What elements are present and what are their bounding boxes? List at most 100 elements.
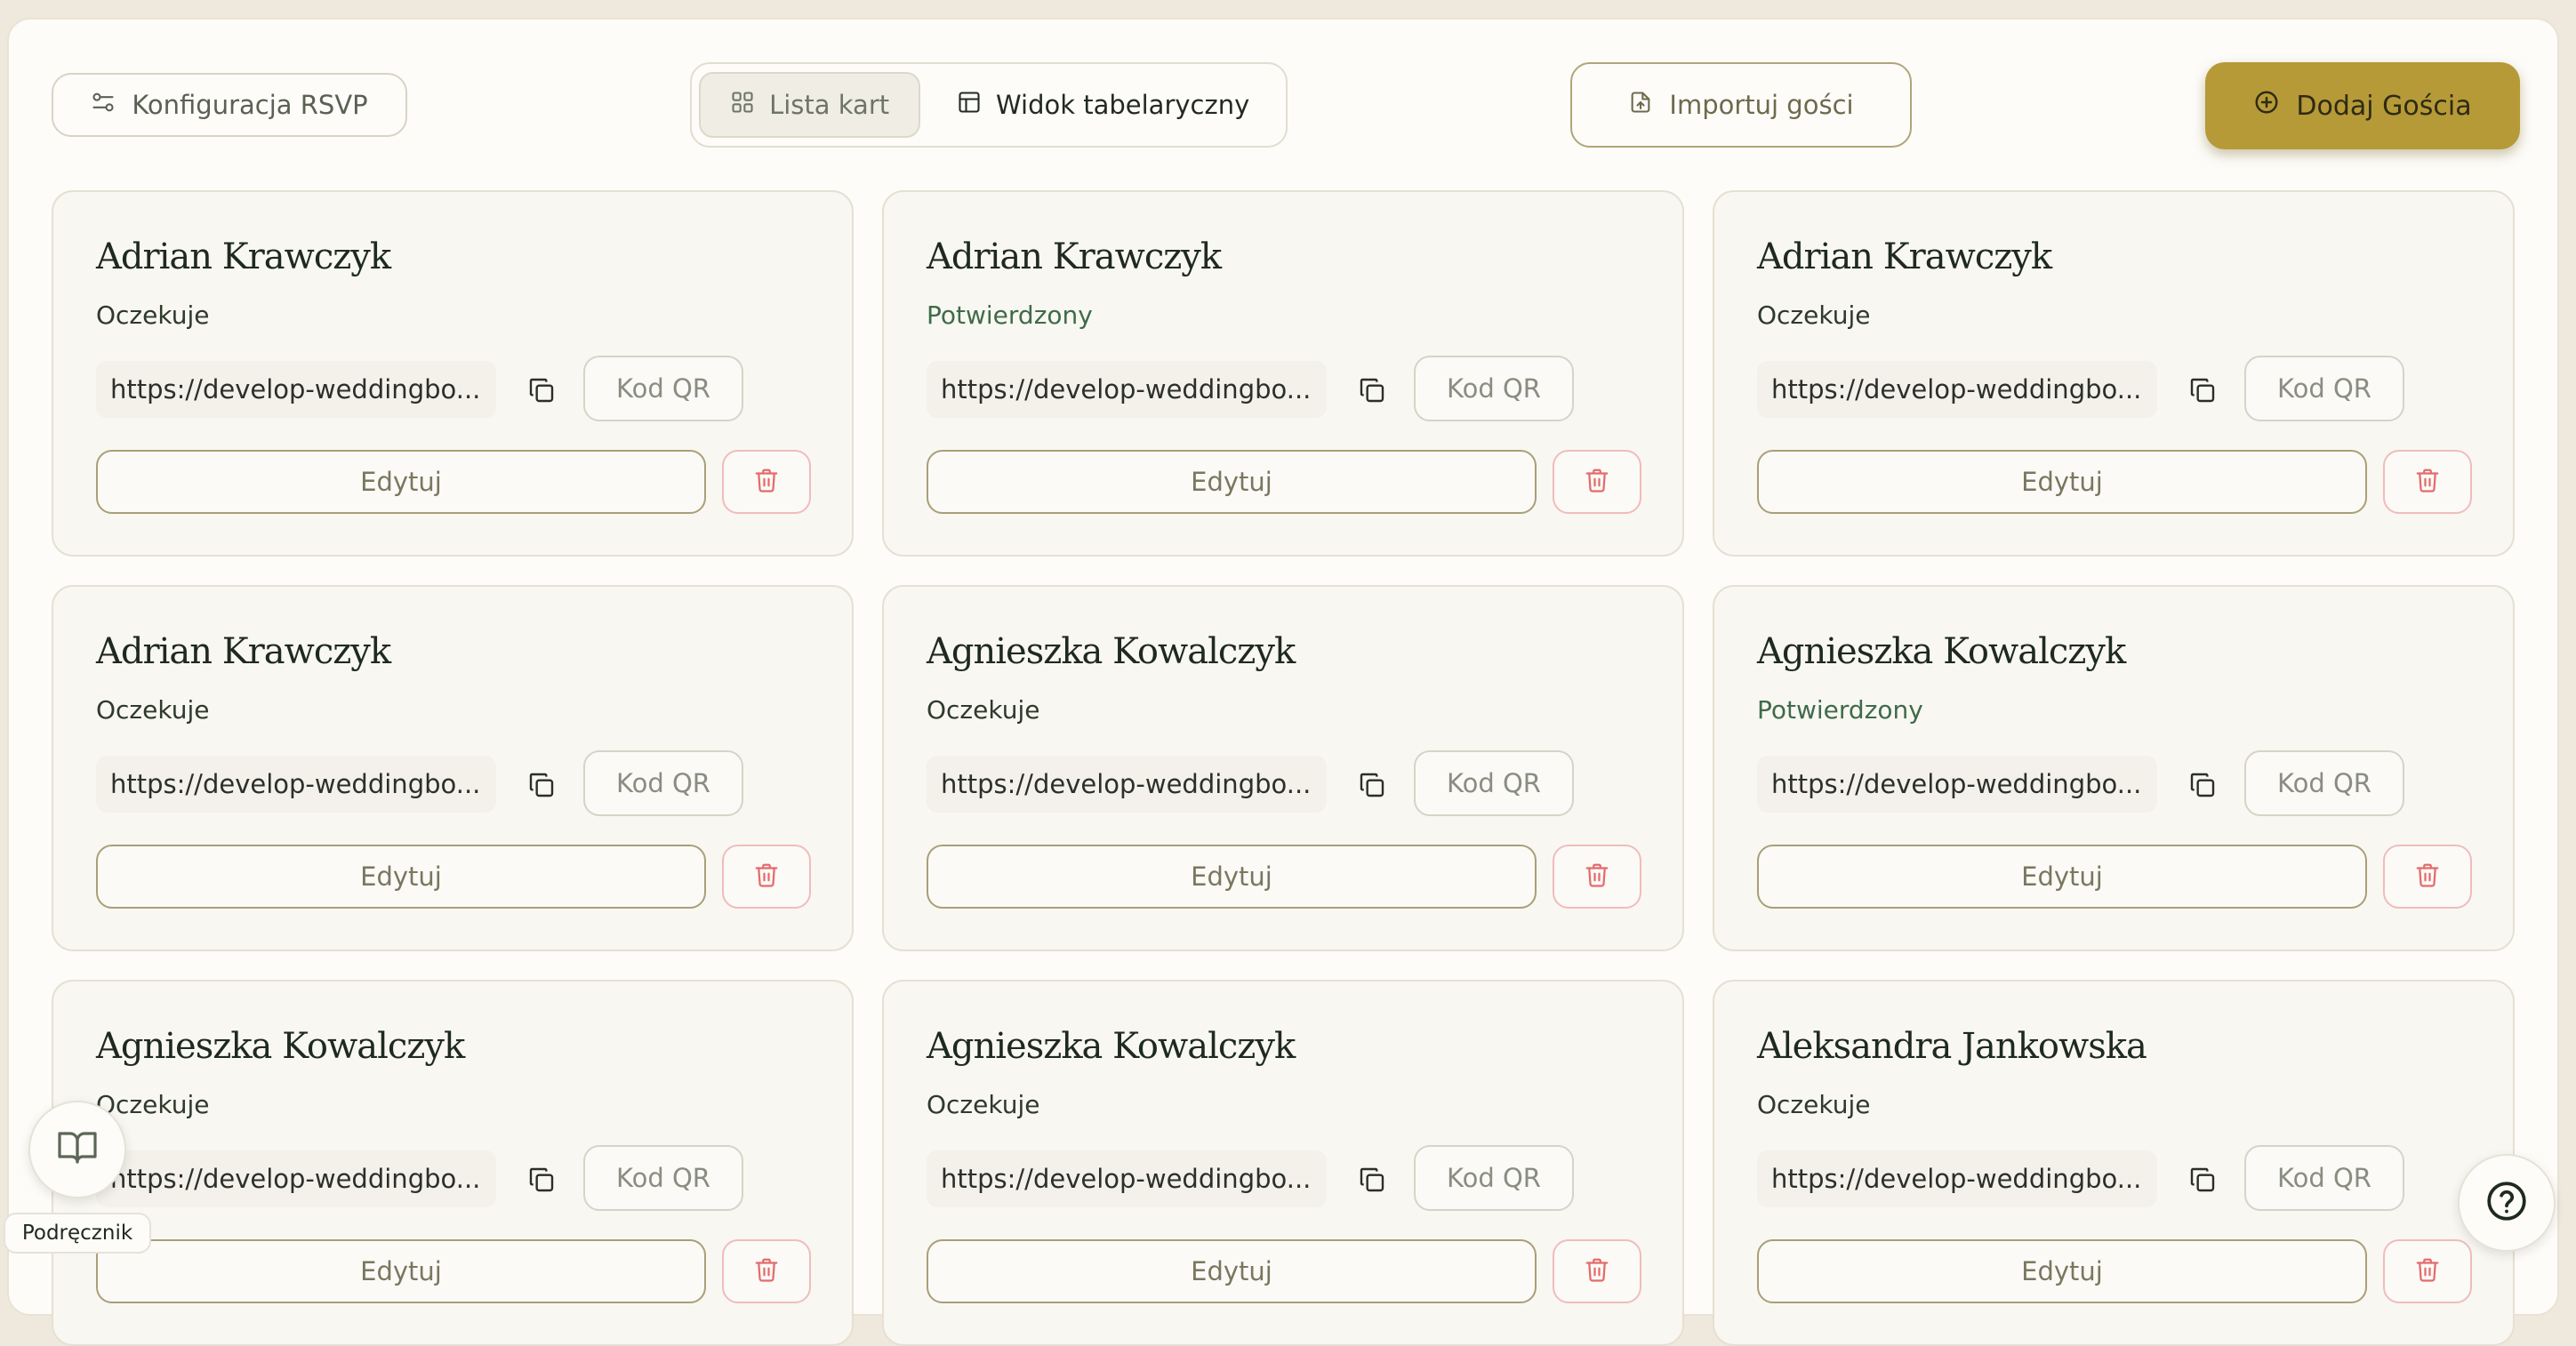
view-table-button[interactable]: Widok tabelaryczny: [927, 72, 1279, 138]
manual-label: Podręcznik: [4, 1213, 151, 1254]
edit-button[interactable]: Edytuj: [1757, 450, 2367, 514]
guest-status: Oczekuje: [927, 695, 1040, 725]
delete-button[interactable]: [1553, 845, 1641, 909]
invite-link[interactable]: https://develop-weddingbo...: [927, 361, 1327, 418]
guest-panel: Konfiguracja RSVP Lista kart Widok tabel…: [7, 18, 2559, 1346]
copy-icon[interactable]: [521, 765, 562, 805]
trash-icon: [1584, 1256, 1610, 1286]
copy-icon[interactable]: [2182, 1159, 2223, 1200]
qr-code-button[interactable]: Kod QR: [1414, 750, 1574, 816]
guest-name: Adrian Krawczyk: [96, 236, 391, 277]
guest-card: Agnieszka Kowalczyk Oczekuje https://dev…: [882, 585, 1684, 951]
guest-name: Agnieszka Kowalczyk: [1757, 631, 2126, 672]
trash-icon: [753, 467, 780, 497]
trash-icon: [753, 861, 780, 892]
sliders-icon: [91, 90, 116, 121]
invite-link[interactable]: https://develop-weddingbo...: [927, 1150, 1327, 1207]
manual-button[interactable]: [28, 1101, 126, 1198]
view-table-label: Widok tabelaryczny: [995, 90, 1250, 120]
guest-card: Adrian Krawczyk Potwierdzony https://dev…: [882, 190, 1684, 557]
guest-status: Oczekuje: [96, 695, 210, 725]
copy-icon[interactable]: [521, 370, 562, 411]
guest-status: Oczekuje: [1757, 300, 1871, 330]
guest-name: Agnieszka Kowalczyk: [96, 1026, 465, 1067]
guest-card: Adrian Krawczyk Oczekuje https://develop…: [52, 190, 854, 557]
file-import-icon: [1628, 90, 1653, 121]
import-guests-button[interactable]: Importuj gości: [1570, 62, 1912, 148]
guest-card: Agnieszka Kowalczyk Oczekuje https://dev…: [52, 980, 854, 1346]
guest-card: Agnieszka Kowalczyk Oczekuje https://dev…: [882, 980, 1684, 1346]
guest-name: Adrian Krawczyk: [927, 236, 1222, 277]
add-guest-label: Dodaj Gościa: [2296, 90, 2472, 122]
guest-name: Adrian Krawczyk: [1757, 236, 2052, 277]
edit-button[interactable]: Edytuj: [96, 1239, 706, 1303]
add-guest-button[interactable]: Dodaj Gościa: [2205, 62, 2520, 149]
edit-button[interactable]: Edytuj: [927, 845, 1537, 909]
help-icon: [2484, 1179, 2529, 1227]
trash-icon: [753, 1256, 780, 1286]
delete-button[interactable]: [2383, 1239, 2472, 1303]
delete-button[interactable]: [1553, 450, 1641, 514]
copy-icon[interactable]: [2182, 765, 2223, 805]
rsvp-config-label: Konfiguracja RSVP: [132, 90, 368, 120]
guest-status: Potwierdzony: [927, 300, 1093, 330]
edit-button[interactable]: Edytuj: [96, 450, 706, 514]
import-guests-label: Importuj gości: [1669, 90, 1854, 120]
qr-code-button[interactable]: Kod QR: [2244, 1145, 2404, 1211]
guest-name: Aleksandra Jankowska: [1757, 1026, 2147, 1067]
edit-button[interactable]: Edytuj: [96, 845, 706, 909]
guest-name: Agnieszka Kowalczyk: [927, 631, 1296, 672]
invite-link[interactable]: https://develop-weddingbo...: [927, 756, 1327, 813]
trash-icon: [2414, 861, 2441, 892]
delete-button[interactable]: [2383, 450, 2472, 514]
guest-status: Oczekuje: [96, 300, 210, 330]
delete-button[interactable]: [1553, 1239, 1641, 1303]
edit-button[interactable]: Edytuj: [927, 1239, 1537, 1303]
copy-icon[interactable]: [521, 1159, 562, 1200]
guest-name: Agnieszka Kowalczyk: [927, 1026, 1296, 1067]
guest-status: Oczekuje: [927, 1090, 1040, 1119]
edit-button[interactable]: Edytuj: [927, 450, 1537, 514]
guest-card: Aleksandra Jankowska Oczekuje https://de…: [1713, 980, 2515, 1346]
invite-link[interactable]: https://develop-weddingbo...: [1757, 1150, 2157, 1207]
view-toggle: Lista kart Widok tabelaryczny: [690, 62, 1288, 148]
view-cards-button[interactable]: Lista kart: [699, 72, 921, 138]
qr-code-button[interactable]: Kod QR: [583, 1145, 743, 1211]
guest-card: Adrian Krawczyk Oczekuje https://develop…: [52, 585, 854, 951]
invite-link[interactable]: https://develop-weddingbo...: [1757, 756, 2157, 813]
invite-link[interactable]: https://develop-weddingbo...: [96, 1150, 496, 1207]
delete-button[interactable]: [2383, 845, 2472, 909]
invite-link[interactable]: https://develop-weddingbo...: [1757, 361, 2157, 418]
guest-status: Potwierdzony: [1757, 695, 1923, 725]
trash-icon: [2414, 467, 2441, 497]
guest-status: Oczekuje: [96, 1090, 210, 1119]
trash-icon: [1584, 861, 1610, 892]
qr-code-button[interactable]: Kod QR: [2244, 750, 2404, 816]
trash-icon: [2414, 1256, 2441, 1286]
qr-code-button[interactable]: Kod QR: [583, 356, 743, 421]
qr-code-button[interactable]: Kod QR: [1414, 1145, 1574, 1211]
qr-code-button[interactable]: Kod QR: [583, 750, 743, 816]
help-button[interactable]: [2458, 1154, 2556, 1252]
qr-code-button[interactable]: Kod QR: [1414, 356, 1574, 421]
plus-circle-icon: [2253, 89, 2280, 123]
rsvp-config-button[interactable]: Konfiguracja RSVP: [52, 73, 407, 137]
invite-link[interactable]: https://develop-weddingbo...: [96, 361, 496, 418]
edit-button[interactable]: Edytuj: [1757, 845, 2367, 909]
grid-icon: [730, 90, 755, 121]
qr-code-button[interactable]: Kod QR: [2244, 356, 2404, 421]
copy-icon[interactable]: [1352, 370, 1392, 411]
guest-name: Adrian Krawczyk: [96, 631, 391, 672]
view-cards-label: Lista kart: [769, 90, 890, 120]
copy-icon[interactable]: [1352, 1159, 1392, 1200]
copy-icon[interactable]: [1352, 765, 1392, 805]
delete-button[interactable]: [722, 1239, 811, 1303]
delete-button[interactable]: [722, 450, 811, 514]
edit-button[interactable]: Edytuj: [1757, 1239, 2367, 1303]
invite-link[interactable]: https://develop-weddingbo...: [96, 756, 496, 813]
book-icon: [56, 1126, 99, 1173]
guest-card: Adrian Krawczyk Oczekuje https://develop…: [1713, 190, 2515, 557]
guest-card: Agnieszka Kowalczyk Potwierdzony https:/…: [1713, 585, 2515, 951]
copy-icon[interactable]: [2182, 370, 2223, 411]
delete-button[interactable]: [722, 845, 811, 909]
